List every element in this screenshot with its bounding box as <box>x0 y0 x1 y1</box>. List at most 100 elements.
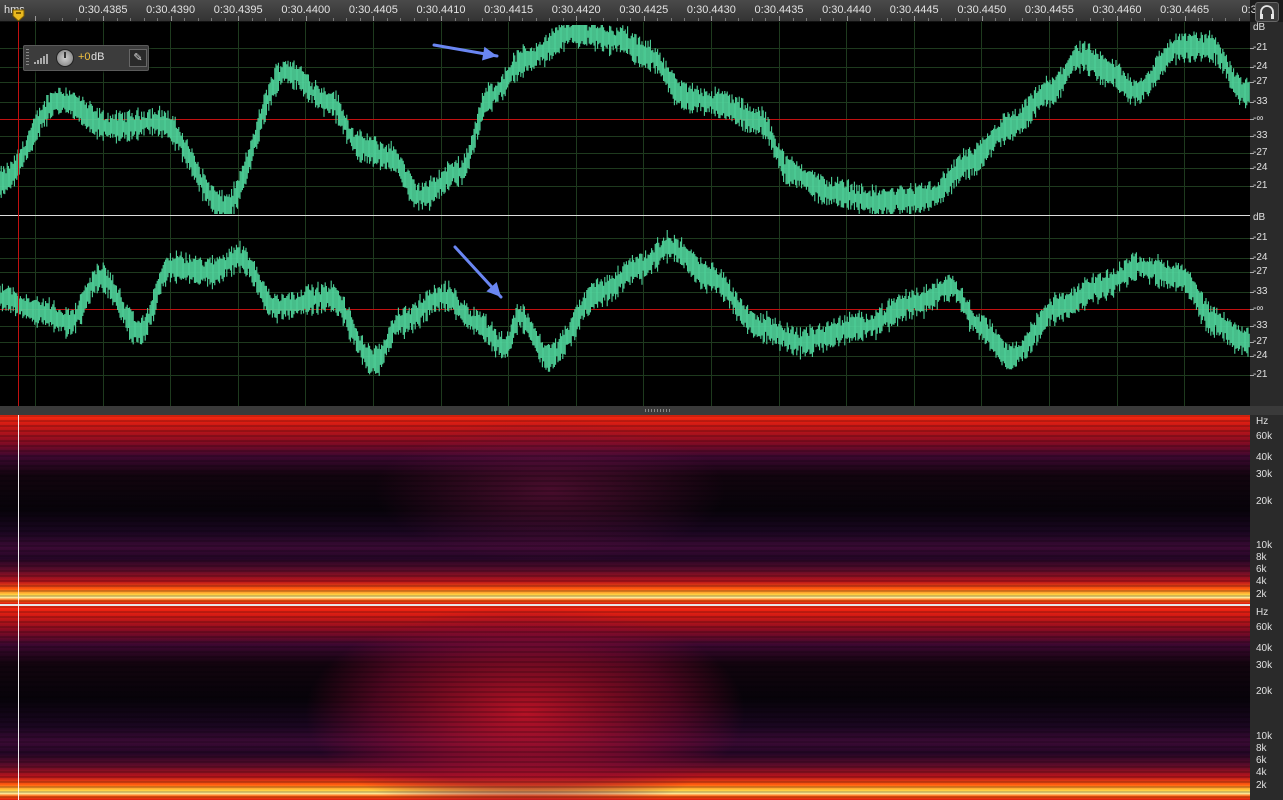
ruler-tick <box>644 16 645 21</box>
ruler-tick <box>414 18 415 21</box>
ruler-tick-label: 0:30.4435 <box>754 4 804 16</box>
db-scale-label: -21 <box>1253 180 1268 191</box>
ruler-tick <box>887 18 888 21</box>
frequency-scale-label: 30k <box>1256 660 1273 671</box>
ruler-tick <box>1022 18 1023 21</box>
ruler-tick <box>698 18 699 21</box>
ruler-tick-label: 0:30.4445 <box>889 4 939 16</box>
db-scale-label: -33 <box>1253 96 1268 107</box>
ruler-tick <box>1198 18 1199 21</box>
headphones-button[interactable] <box>1255 2 1279 22</box>
ruler-tick <box>847 16 848 21</box>
db-scale-label: -∞ <box>1253 113 1264 124</box>
ruler-tick <box>1049 16 1050 21</box>
db-scale-tick <box>1250 356 1254 357</box>
ruler-tick <box>387 18 388 21</box>
spectral-play-cursor[interactable] <box>18 415 19 800</box>
view-splitter[interactable] <box>0 406 1283 415</box>
ruler-tick-label: 0:30.4425 <box>619 4 669 16</box>
ruler-tick <box>684 18 685 21</box>
time-ruler[interactable]: hms 0:30.43850:30.43900:30.43950:30.4400… <box>0 0 1263 22</box>
ruler-tick <box>1171 18 1172 21</box>
ruler-tick-label: 0:30.4400 <box>281 4 331 16</box>
ruler-tick-label: 0:30.4410 <box>416 4 466 16</box>
db-scale-label: -24 <box>1253 162 1268 173</box>
ruler-tick <box>292 18 293 21</box>
gain-unit: dB <box>91 51 105 63</box>
db-scale-label: dB <box>1253 22 1266 33</box>
ruler-tick-label: 0:30.4395 <box>213 4 263 16</box>
ruler-tick <box>225 18 226 21</box>
ruler-tick <box>265 18 266 21</box>
ruler-tick <box>1117 16 1118 21</box>
level-meter-icon <box>34 54 48 64</box>
ruler-tick <box>1144 18 1145 21</box>
ruler-tick <box>765 18 766 21</box>
frequency-scale-label: 10k <box>1256 540 1273 551</box>
frequency-scale-label: 4k <box>1256 576 1267 587</box>
play-cursor[interactable] <box>18 22 19 406</box>
spectral-display[interactable] <box>0 415 1250 800</box>
db-scale-tick <box>1250 375 1254 376</box>
ruler-tick-label: 0:30.4385 <box>78 4 128 16</box>
ruler-tick <box>1131 18 1132 21</box>
ruler-tick <box>549 18 550 21</box>
ruler-tick-label: 0:30.4405 <box>348 4 398 16</box>
playhead-marker-icon[interactable] <box>12 9 25 22</box>
db-scale-label: -21 <box>1253 42 1268 53</box>
ruler-tick <box>671 18 672 21</box>
db-scale-label: -33 <box>1253 320 1268 331</box>
db-scale-tick <box>1250 292 1254 293</box>
ruler-tick-label: 0:30.4455 <box>1024 4 1074 16</box>
ruler-tick-label: 0:30.4415 <box>484 4 534 16</box>
waveform-svg <box>0 22 1250 406</box>
ruler-tick <box>806 18 807 21</box>
ruler-tick <box>495 18 496 21</box>
amplitude-scale[interactable]: dB -21 -24 -27 -33 -∞ -33 -27 -24 -21 dB -21 -24 -27 -… <box>1250 22 1283 406</box>
ruler-tick <box>928 18 929 21</box>
ruler-tick <box>35 16 36 21</box>
ruler-tick <box>373 16 374 21</box>
spectrogram-channel-2[interactable] <box>0 606 1250 800</box>
ruler-tick <box>536 18 537 21</box>
db-scale-tick <box>1250 309 1254 310</box>
ruler-tick <box>427 18 428 21</box>
frequency-scale-label: 60k <box>1256 622 1273 633</box>
db-scale-label: -33 <box>1253 130 1268 141</box>
ruler-tick <box>49 18 50 21</box>
ruler-tick <box>1009 18 1010 21</box>
ruler-tick-label: 0:30.4460 <box>1092 4 1142 16</box>
ruler-tick <box>982 16 983 21</box>
ruler-tick <box>238 16 239 21</box>
ruler-tick <box>522 18 523 21</box>
db-scale-label: -24 <box>1253 252 1268 263</box>
spectrogram-channel-1[interactable] <box>0 415 1250 604</box>
db-scale-tick <box>1250 48 1254 49</box>
ruler-tick <box>833 18 834 21</box>
frequency-scale-label: 2k <box>1256 780 1267 791</box>
db-scale-label: dB <box>1253 212 1266 223</box>
gain-hud[interactable]: +0 dB ✎ <box>23 45 149 71</box>
db-scale-label: -∞ <box>1253 303 1264 314</box>
ruler-tick <box>820 18 821 21</box>
drag-grip-icon[interactable] <box>26 49 29 67</box>
splitter-grip-icon[interactable] <box>645 409 671 412</box>
gain-knob-icon[interactable] <box>56 49 74 67</box>
ruler-tick <box>319 18 320 21</box>
ruler-tick <box>455 18 456 21</box>
frequency-scale-label: 30k <box>1256 469 1273 480</box>
gain-value[interactable]: +0 <box>78 51 91 63</box>
ruler-tick-label: 0:30.4390 <box>146 4 196 16</box>
ruler-tick <box>779 16 780 21</box>
db-scale-tick <box>1250 67 1254 68</box>
ruler-tick <box>563 18 564 21</box>
frequency-scale[interactable]: Hz 60k 40k 30k 20k 10k 8k 6k 4k 2k Hz 60k 40k 30k 20k 1… <box>1250 415 1283 800</box>
ruler-tick <box>955 18 956 21</box>
ruler-tick <box>995 18 996 21</box>
waveform-display[interactable] <box>0 22 1250 406</box>
db-scale-label: -27 <box>1253 336 1268 347</box>
ruler-tick <box>441 16 442 21</box>
frequency-scale-label: Hz <box>1256 416 1269 427</box>
db-scale-label: -21 <box>1253 232 1268 243</box>
pin-button[interactable]: ✎ <box>129 49 147 67</box>
